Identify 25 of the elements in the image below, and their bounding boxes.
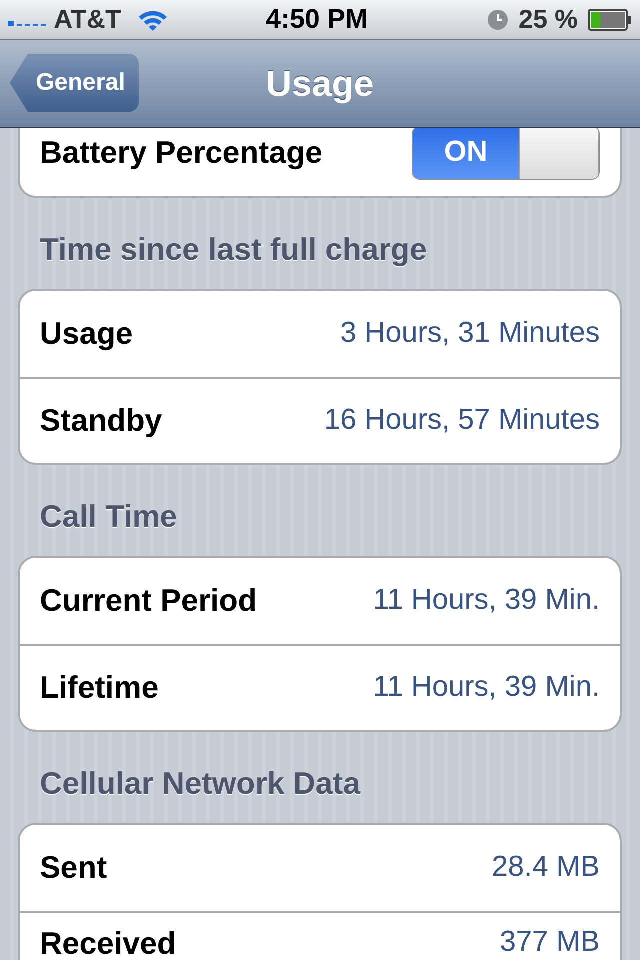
row-label: Current Period [40, 582, 258, 620]
row-value: 11 Hours, 39 Min. [373, 583, 600, 618]
screen-title: Usage [266, 62, 374, 106]
clock-time: 4:50 PM [266, 3, 368, 36]
row-value: 11 Hours, 39 Min. [373, 670, 600, 706]
row-label: Usage [40, 314, 134, 353]
row-value: 3 Hours, 31 Minutes [340, 316, 600, 352]
signal-icon [8, 21, 46, 26]
section-header: Call Time [39, 498, 178, 536]
row-label: Sent [40, 848, 108, 887]
section-header: Cellular Network Data [39, 765, 362, 803]
row-value: 16 Hours, 57 Minutes [324, 403, 600, 438]
row-value: 377 MB [500, 925, 600, 960]
back-button[interactable]: General [10, 54, 140, 112]
carrier-name: AT&T [54, 3, 122, 36]
row-label: Standby [40, 402, 162, 440]
toggle-switch[interactable]: ON [412, 128, 600, 180]
row-label: Received [40, 925, 176, 960]
alarm-clock-icon [486, 8, 509, 30]
row-label: Battery Percentage [40, 134, 323, 172]
row-value: 28.4 MB [492, 850, 600, 886]
row-label: Lifetime [40, 668, 159, 707]
section-header: Time since last full charge [39, 231, 428, 269]
battery-percentage: 25 % [518, 3, 578, 36]
battery-icon [588, 8, 632, 30]
